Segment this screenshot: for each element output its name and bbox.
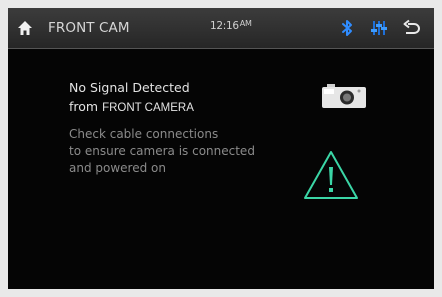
hint-line: and powered on xyxy=(69,161,166,175)
back-icon[interactable] xyxy=(401,19,423,37)
hint-text: Check cable connections to ensure camera… xyxy=(69,126,255,177)
camera-icon xyxy=(322,84,366,108)
no-signal-title: No Signal Detected xyxy=(69,80,190,95)
from-prefix: from xyxy=(69,99,99,114)
clock: 12:16AM xyxy=(210,19,252,32)
bluetooth-icon[interactable] xyxy=(341,19,353,37)
clock-ampm: AM xyxy=(239,19,252,28)
warning-icon xyxy=(304,151,358,199)
equalizer-icon[interactable] xyxy=(370,20,388,36)
signal-source: from FRONT CAMERA xyxy=(69,99,194,116)
hint-line: Check cable connections xyxy=(69,127,219,141)
clock-time: 12:16 xyxy=(210,20,239,32)
top-bar: FRONT CAM 12:16AM xyxy=(8,8,434,49)
camera-source-name: FRONT CAMERA xyxy=(102,102,194,114)
page-title: FRONT CAM xyxy=(48,20,130,36)
camera-screen: FRONT CAM 12:16AM No Signal Detected fro… xyxy=(8,8,434,289)
home-icon[interactable] xyxy=(16,19,34,37)
hint-line: to ensure camera is connected xyxy=(69,144,255,158)
